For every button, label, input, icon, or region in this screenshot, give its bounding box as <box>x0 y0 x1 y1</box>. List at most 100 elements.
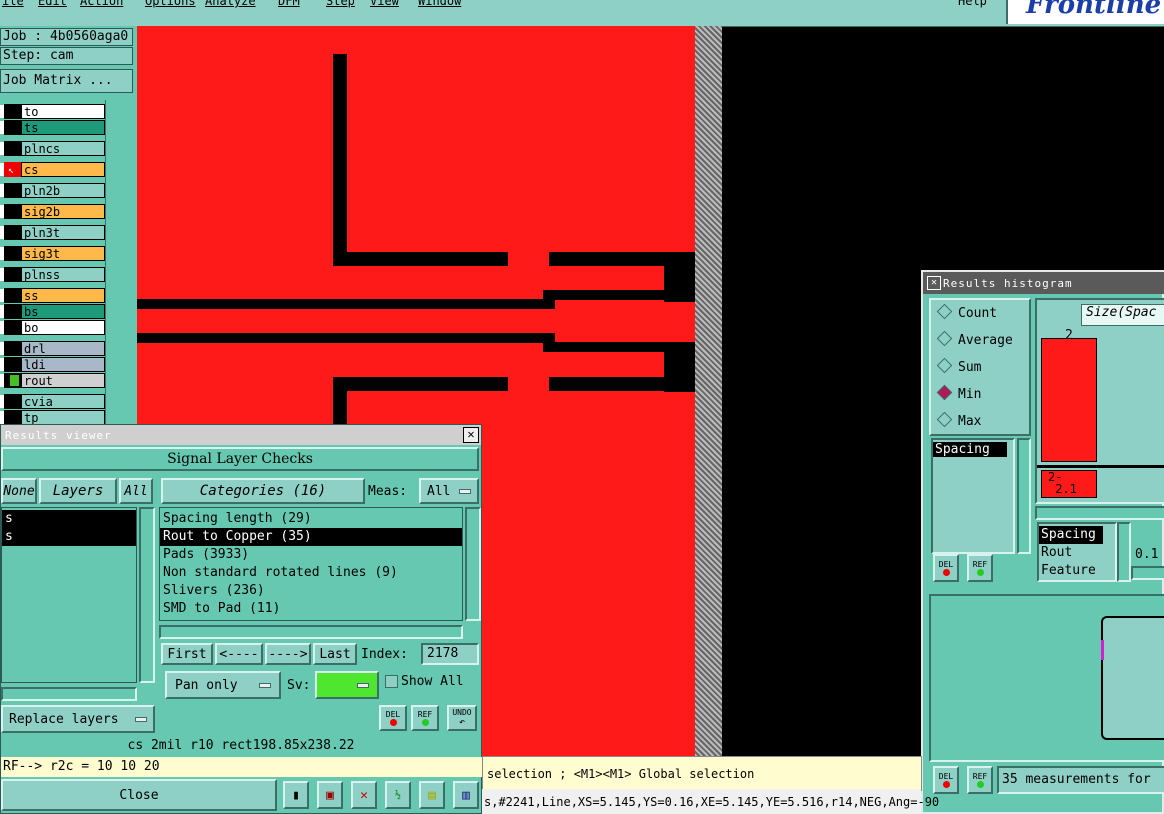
layer-row-plnss[interactable]: plnss <box>0 267 105 282</box>
pan-mode-dropdown[interactable]: Pan only <box>165 671 281 699</box>
layer-list-hscroll[interactable] <box>1 687 137 701</box>
layer-row-tp[interactable]: tp <box>0 410 105 425</box>
layer-row-bo[interactable]: bo <box>0 320 105 335</box>
layer-color-swatch <box>4 394 21 409</box>
menu-help[interactable]: Help <box>958 0 987 8</box>
notes-icon[interactable]: ▤ <box>419 781 445 809</box>
histogram-icon[interactable]: ▥ <box>453 781 479 809</box>
layer-name: to <box>21 104 105 119</box>
menu-action[interactable]: Action <box>80 0 123 8</box>
hist-del-button[interactable]: DEL <box>933 766 959 794</box>
list-item[interactable]: Spacing <box>933 442 1007 457</box>
layer-color-swatch <box>4 104 21 119</box>
radio-sum[interactable]: Sum <box>936 357 981 375</box>
result-type-scroll[interactable] <box>1117 522 1131 582</box>
replace-layers-dropdown[interactable]: Replace layers <box>1 705 155 733</box>
prev-button[interactable]: <---- <box>215 643 263 665</box>
categories-vscroll[interactable] <box>465 507 481 621</box>
undo-button[interactable]: UNDO ↶ <box>447 705 477 731</box>
list-item[interactable]: s <box>2 510 136 528</box>
numbers-icon[interactable]: ½ <box>385 781 411 809</box>
layer-row-sig3t[interactable]: sig3t <box>0 246 105 261</box>
layer-row-pln3t[interactable]: pln3t <box>0 225 105 240</box>
result-type-list[interactable]: Spacing Rout Feature <box>1037 522 1117 582</box>
layer-row-bs[interactable]: bs <box>0 304 105 319</box>
category-item[interactable]: SMD to Pad (11) <box>160 600 462 618</box>
category-item[interactable]: Pads (3933) <box>160 546 462 564</box>
check-type-scroll[interactable] <box>1017 438 1031 554</box>
histogram-titlebar[interactable]: ✕ Results histogram <box>923 272 1164 294</box>
ref-delete-icon[interactable]: ✕ <box>351 781 377 809</box>
hist-ref-button-top[interactable]: REF <box>967 554 993 582</box>
radio-icon <box>936 303 953 320</box>
categories-button[interactable]: Categories (16) <box>161 478 365 504</box>
first-button[interactable]: First <box>161 643 213 665</box>
menu-step[interactable]: Step <box>326 0 355 8</box>
index-label: Index: <box>361 647 408 662</box>
report-icon[interactable]: ▮ <box>283 781 309 809</box>
del-button[interactable]: DEL <box>379 705 407 731</box>
list-item[interactable]: s <box>2 528 136 546</box>
layer-results-list[interactable]: s s <box>1 507 137 683</box>
layer-row-plncs[interactable]: plncs <box>0 141 105 156</box>
layers-button[interactable]: Layers <box>39 478 117 504</box>
layer-row-ss[interactable]: ss <box>0 288 105 303</box>
menu-file[interactable]: ile <box>2 0 24 8</box>
check-type-list[interactable]: Spacing <box>931 438 1015 554</box>
layer-list-vscroll[interactable] <box>139 507 155 683</box>
all-layers-button[interactable]: All <box>119 478 153 504</box>
radio-count[interactable]: Count <box>936 303 997 321</box>
layer-row-cs[interactable]: ↖ cs <box>0 162 105 177</box>
severity-dropdown[interactable] <box>315 671 379 699</box>
histogram-bar[interactable] <box>1041 338 1097 462</box>
radio-min[interactable]: Min <box>936 384 981 402</box>
job-matrix-button[interactable]: Job Matrix ... <box>0 69 133 93</box>
category-item[interactable]: Slivers (236) <box>160 582 462 600</box>
categories-list[interactable]: Spacing length (29) Rout to Copper (35) Pa… <box>159 507 463 621</box>
list-item[interactable]: Feature <box>1039 562 1115 580</box>
menu-dfm[interactable]: DFM <box>278 0 300 8</box>
show-all-checkbox[interactable] <box>385 675 398 688</box>
list-item[interactable]: Rout <box>1039 544 1115 562</box>
next-button[interactable]: ----> <box>265 643 311 665</box>
layer-row-pln2b[interactable]: pln2b <box>0 183 105 198</box>
hist-del-button-top[interactable]: DEL <box>933 554 959 582</box>
layer-row-sig2b[interactable]: sig2b <box>0 204 105 219</box>
results-viewer-window: Results viewer ✕ Signal Layer Checks Non… <box>0 424 483 814</box>
layer-list-scrollbar[interactable] <box>105 100 136 426</box>
category-item[interactable]: Rout to Copper (35) <box>160 528 462 546</box>
results-viewer-titlebar[interactable]: Results viewer ✕ <box>1 425 481 445</box>
menu-view[interactable]: View <box>370 0 399 8</box>
export-icon[interactable]: ▣ <box>317 781 343 809</box>
meas-dropdown[interactable]: All <box>419 478 479 504</box>
radio-max[interactable]: Max <box>936 411 981 429</box>
categories-hscroll[interactable] <box>159 625 463 639</box>
histogram-chart[interactable]: Size(Spac 2 2- 2.1 <box>1035 298 1164 504</box>
close-button[interactable]: Close <box>1 779 277 811</box>
close-icon[interactable]: ✕ <box>927 276 941 290</box>
category-item[interactable]: Non standard rotated lines (9) <box>160 564 462 582</box>
layer-row-ldi[interactable]: ldi <box>0 357 105 372</box>
bar-range-label: 2- 2.1 <box>1041 470 1097 498</box>
layer-row-cvia[interactable]: cvia <box>0 394 105 409</box>
menu-edit[interactable]: Edit <box>38 0 67 8</box>
menu-options[interactable]: Options <box>145 0 196 8</box>
index-input[interactable]: 2178 <box>421 643 479 665</box>
none-button[interactable]: None <box>1 478 37 504</box>
layer-row-rout[interactable]: rout <box>0 373 105 388</box>
scale-slider[interactable] <box>1131 566 1164 580</box>
layer-row-drl[interactable]: drl <box>0 341 105 356</box>
last-button[interactable]: Last <box>313 643 357 665</box>
close-icon[interactable]: ✕ <box>463 427 479 443</box>
radio-average[interactable]: Average <box>936 330 1013 348</box>
menu-window[interactable]: Window <box>418 0 461 8</box>
menu-analyze[interactable]: Analyze <box>205 0 256 8</box>
layer-row-ts[interactable]: ts <box>0 120 105 135</box>
list-item[interactable]: Spacing <box>1039 526 1103 544</box>
layer-row-to[interactable]: to <box>0 104 105 119</box>
category-item[interactable]: Spacing length (29) <box>160 510 462 528</box>
hist-ref-button[interactable]: REF <box>967 766 993 794</box>
ref-label: REF <box>417 710 433 719</box>
histogram-hscroll[interactable] <box>1035 506 1164 520</box>
ref-button[interactable]: REF <box>411 705 439 731</box>
